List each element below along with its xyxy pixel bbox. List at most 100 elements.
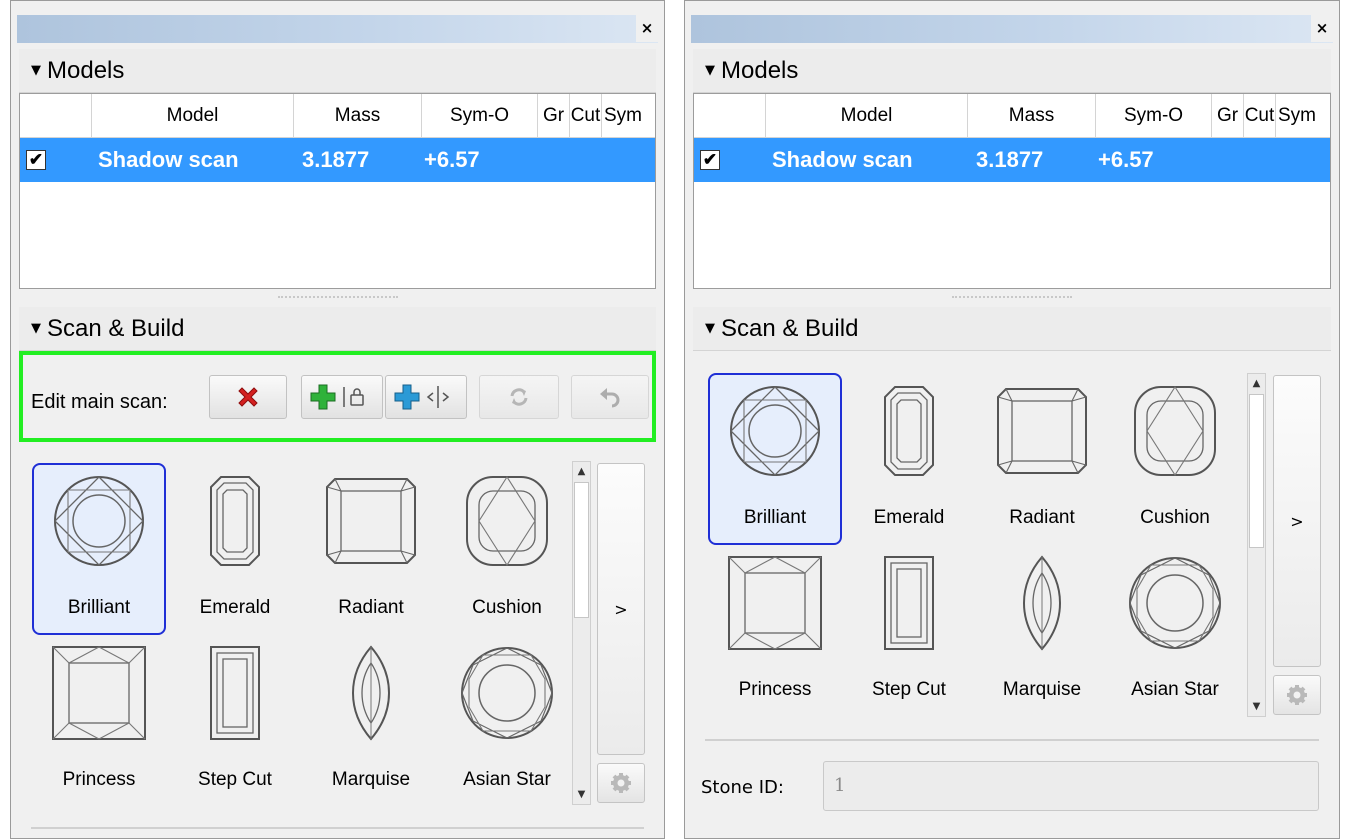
collapse-triangle-icon: ▼ [31,321,41,336]
undo-icon [600,388,620,408]
asian-star-cut-icon [461,647,553,739]
table-row[interactable]: ✔ Shadow scan 3.1877 +6.57 [694,138,1330,182]
cut-tile-radiant[interactable]: Radiant [975,373,1109,545]
next-page-button[interactable]: > [1273,375,1321,667]
splitter-handle[interactable] [685,291,1339,305]
cut-tile-emerald[interactable]: Emerald [168,463,302,635]
cut-tile-cushion[interactable]: Cushion [440,463,574,635]
cut-tile-emerald[interactable]: Emerald [842,373,976,545]
cut-label: Cushion [472,597,542,618]
col-mass[interactable]: Mass [968,94,1096,138]
panel-without-edit-bar: × ▼ Models Model Mass Sym-O Gr Cut Sym ✔… [684,0,1340,839]
edit-main-scan-toolbar: Edit main scan: [19,351,656,442]
col-gr[interactable]: Gr [538,94,570,138]
scan-build-section-title: Scan & Build [47,314,185,342]
step-cut-icon [210,646,260,740]
collapse-triangle-icon: ▼ [705,321,715,336]
models-table: Model Mass Sym-O Gr Cut Sym ✔ Shadow sca… [693,93,1331,289]
cut-label: Emerald [199,597,271,618]
cut-label: Marquise [1002,679,1082,700]
add-lock-button[interactable] [301,375,383,419]
col-check[interactable] [20,94,92,138]
scroll-up-arrow-icon[interactable]: ▲ [1248,375,1265,392]
cut-tile-brilliant[interactable]: Brilliant [32,463,166,635]
cut-tile-marquise[interactable]: Marquise [304,635,438,807]
models-section-header[interactable]: ▼ Models [19,49,656,93]
delete-scan-button[interactable] [209,375,287,419]
col-cut[interactable]: Cut [1244,94,1276,138]
cut-label: Brilliant [743,507,807,528]
cut-label: Princess [62,769,136,790]
scroll-up-arrow-icon[interactable]: ▲ [573,463,590,480]
row-checkbox[interactable]: ✔ [26,150,46,170]
cut-tile-cushion[interactable]: Cushion [1108,373,1242,545]
stone-id-field[interactable]: 1 [823,761,1319,811]
step-cut-icon [884,556,934,650]
add-lock-icon [310,384,364,410]
cut-grid-scrollbar[interactable]: ▲ ▼ [572,461,591,805]
models-table-header: Model Mass Sym-O Gr Cut Sym [694,94,1330,138]
col-gr[interactable]: Gr [1212,94,1244,138]
cut-tile-princess[interactable]: Princess [32,635,166,807]
scan-build-section-title: Scan & Build [721,314,859,342]
cut-label: Emerald [873,507,945,528]
scan-build-section-header[interactable]: ▼ Scan & Build [19,307,656,351]
add-mirror-button[interactable] [385,375,467,419]
scan-build-section-header[interactable]: ▼ Scan & Build [693,307,1331,351]
panel-titlebar[interactable]: × [691,14,1333,43]
col-sym[interactable]: Sym [602,94,662,138]
cut-tile-asian-star[interactable]: Asian Star [440,635,574,807]
table-row[interactable]: ✔ Shadow scan 3.1877 +6.57 [20,138,655,182]
col-cut[interactable]: Cut [570,94,602,138]
radiant-cut-icon [997,388,1087,474]
cut-label: Cushion [1140,507,1210,528]
cut-tile-princess[interactable]: Princess [708,545,842,717]
emerald-cut-icon [210,476,260,566]
cut-label: Asian Star [463,769,551,790]
divider [31,827,644,829]
scroll-thumb[interactable] [1249,394,1264,548]
stone-id-label: Stone ID: [701,777,784,798]
cut-label: Princess [738,679,812,700]
cut-label: Step Cut [198,769,272,790]
cut-label: Radiant [1009,507,1075,528]
row-checkbox[interactable]: ✔ [700,150,720,170]
close-button[interactable]: × [1311,14,1333,42]
cut-label: Radiant [338,597,404,618]
cut-label: Step Cut [872,679,946,700]
col-sym-o[interactable]: Sym-O [422,94,538,138]
cut-tile-marquise[interactable]: Marquise [975,545,1109,717]
scroll-thumb[interactable] [574,482,589,618]
col-model[interactable]: Model [766,94,968,138]
refresh-scan-button[interactable] [479,375,559,419]
col-check[interactable] [694,94,766,138]
settings-button[interactable] [597,763,645,803]
cut-label: Brilliant [67,597,131,618]
splitter-handle[interactable] [11,291,664,305]
col-sym-o[interactable]: Sym-O [1096,94,1212,138]
settings-button[interactable] [1273,675,1321,715]
close-button[interactable]: × [636,14,658,42]
cushion-cut-icon [1134,385,1216,477]
cut-tile-radiant[interactable]: Radiant [304,463,438,635]
panel-titlebar[interactable]: × [17,14,658,43]
cut-grid-scrollbar[interactable]: ▲ ▼ [1247,373,1266,717]
models-table-header: Model Mass Sym-O Gr Cut Sym [20,94,655,138]
models-section-header[interactable]: ▼ Models [693,49,1331,93]
radiant-cut-icon [326,478,416,564]
cut-tile-brilliant[interactable]: Brilliant [708,373,842,545]
panel-with-edit-bar: × ▼ Models Model Mass Sym-O Gr Cut Sym ✔… [10,0,665,839]
next-page-button[interactable]: > [597,463,645,755]
col-mass[interactable]: Mass [294,94,422,138]
cut-tile-asian-star[interactable]: Asian Star [1108,545,1242,717]
cut-tile-step-cut[interactable]: Step Cut [168,635,302,807]
col-sym[interactable]: Sym [1276,94,1336,138]
undo-button[interactable] [571,375,649,419]
scroll-down-arrow-icon[interactable]: ▼ [573,786,590,803]
model-mass: 3.1877 [302,147,370,172]
cut-tile-step-cut[interactable]: Step Cut [842,545,976,717]
col-model[interactable]: Model [92,94,294,138]
princess-cut-icon [52,646,146,740]
scroll-down-arrow-icon[interactable]: ▼ [1248,698,1265,715]
divider [705,739,1319,741]
